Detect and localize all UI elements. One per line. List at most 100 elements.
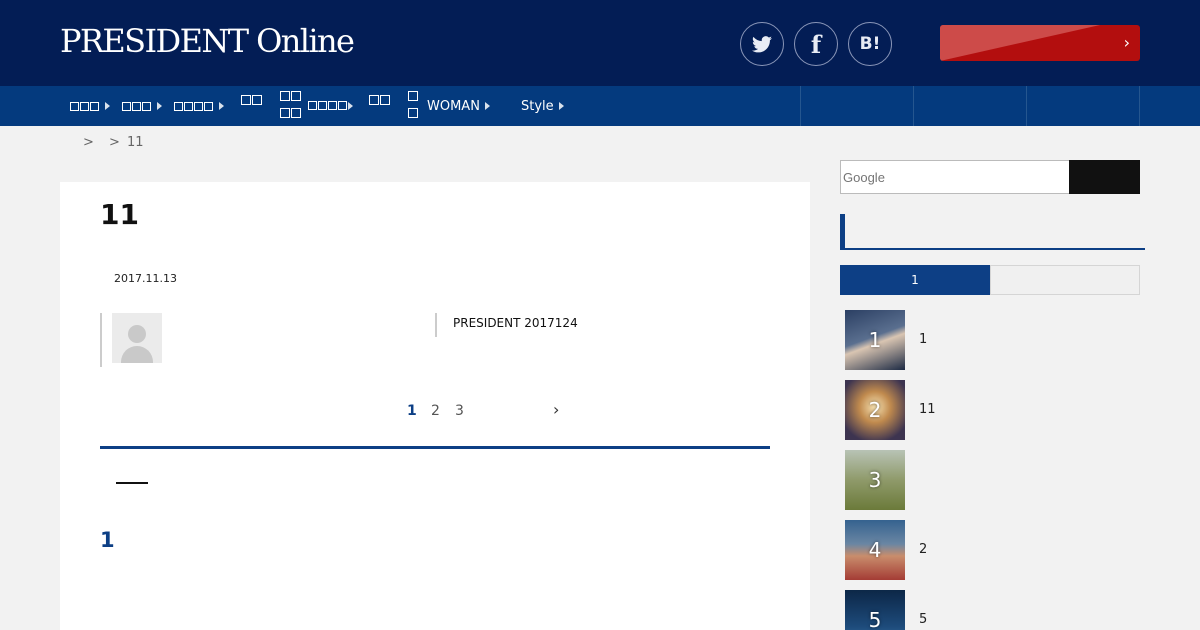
ranking-number: 2 — [868, 398, 882, 422]
caret-right-icon — [484, 102, 490, 110]
ranking-thumbnail: 4 — [845, 520, 905, 580]
nav-stacked-label — [280, 90, 302, 122]
nav-item-4[interactable] — [241, 86, 263, 126]
nav-item-woman[interactable]: WOMAN — [408, 86, 490, 126]
nav-label-style: Style — [521, 98, 554, 114]
nav-item-style[interactable]: Style — [521, 86, 564, 126]
avatar-placeholder-body — [121, 346, 153, 363]
missing-glyph — [204, 101, 213, 111]
article-title: 11 — [100, 198, 139, 231]
ranking-title: 2 — [919, 542, 928, 557]
missing-glyph — [291, 108, 301, 118]
nav-item-3[interactable] — [174, 86, 224, 126]
ranking-item[interactable]: 4 2 — [845, 520, 1140, 580]
ranking-thumbnail: 2 — [845, 380, 905, 440]
source-divider — [435, 313, 437, 337]
avatar-placeholder-icon — [128, 325, 146, 343]
author-avatar[interactable] — [112, 313, 162, 363]
ranking-tab-inactive[interactable] — [990, 265, 1140, 295]
nav-item-2[interactable] — [122, 86, 162, 126]
hatena-icon: B! — [859, 34, 881, 54]
caret-right-icon — [558, 102, 564, 110]
breadcrumb-separator: > — [83, 135, 94, 150]
pagination-page-1[interactable]: 1 — [407, 403, 417, 419]
missing-glyph — [174, 101, 183, 111]
nav-divider — [913, 86, 914, 126]
missing-glyph — [408, 108, 418, 118]
hatena-bookmark-button[interactable]: B! — [848, 22, 892, 66]
ranking-item[interactable]: 1 1 — [845, 310, 1140, 370]
ranking-item[interactable]: 5 5 — [845, 590, 1140, 630]
section-number: 1 — [100, 528, 115, 552]
ranking-tab-active[interactable]: 1 — [840, 265, 990, 295]
nav-divider — [1139, 86, 1140, 126]
missing-glyph — [122, 101, 131, 111]
ranking-title: 11 — [919, 402, 936, 417]
twitter-icon — [752, 35, 772, 52]
nav-stacked-label — [408, 90, 419, 122]
missing-glyph — [70, 101, 79, 111]
search-input[interactable] — [840, 160, 1070, 194]
missing-glyph — [194, 101, 203, 111]
global-nav: WOMAN Style — [0, 86, 1200, 126]
missing-glyph — [408, 91, 418, 101]
nav-divider — [800, 86, 801, 126]
missing-glyph — [280, 108, 290, 118]
ranking-number: 5 — [868, 608, 882, 630]
facebook-share-button[interactable]: f — [794, 22, 838, 66]
missing-glyph — [252, 95, 262, 105]
nav-divider — [1026, 86, 1027, 126]
pagination-page-3[interactable]: 3 — [455, 403, 464, 419]
nav-item-6[interactable] — [369, 86, 391, 126]
missing-glyph — [291, 91, 301, 101]
missing-glyph — [308, 100, 317, 110]
caret-right-icon — [157, 102, 162, 110]
cta-decoration — [940, 25, 1100, 61]
article-source: PRESIDENT 2017124 — [453, 316, 578, 330]
site-logo[interactable]: PRESIDENT Online — [60, 22, 355, 60]
missing-glyph — [132, 101, 141, 111]
ranking-number: 3 — [868, 468, 882, 492]
missing-glyph — [80, 101, 89, 111]
missing-glyph — [338, 100, 347, 110]
ranking-item[interactable]: 3 — [845, 450, 1140, 510]
ranking-number: 1 — [868, 328, 882, 352]
section-dash — [116, 482, 148, 484]
facebook-icon: f — [810, 29, 822, 59]
missing-glyph — [380, 95, 390, 105]
missing-glyph — [184, 101, 193, 111]
ranking-item[interactable]: 2 11 — [845, 380, 1140, 440]
pagination-next-icon[interactable]: › — [553, 400, 559, 419]
ranking-thumbnail: 1 — [845, 310, 905, 370]
caret-right-icon — [219, 102, 224, 110]
nav-item-1[interactable] — [70, 86, 110, 126]
missing-glyph — [318, 100, 327, 110]
missing-glyph — [90, 101, 99, 111]
section-rule — [100, 446, 770, 449]
missing-glyph — [369, 95, 379, 105]
ranking-thumbnail: 5 — [845, 590, 905, 630]
article-date: 2017.11.13 — [114, 272, 177, 285]
search-button[interactable] — [1069, 160, 1140, 194]
author-divider — [100, 313, 102, 367]
twitter-share-button[interactable] — [740, 22, 784, 66]
breadcrumb-separator: > — [109, 135, 120, 150]
breadcrumb-current: 11 — [127, 135, 144, 150]
missing-glyph — [241, 95, 251, 105]
caret-right-icon — [348, 102, 353, 110]
site-header: PRESIDENT Online f B! › — [0, 0, 1200, 86]
ranking-thumbnail: 3 — [845, 450, 905, 510]
pagination-page-2[interactable]: 2 — [431, 403, 440, 419]
ranking-title: 5 — [919, 612, 928, 627]
ranking-heading — [840, 214, 1145, 250]
missing-glyph — [280, 91, 290, 101]
missing-glyph — [142, 101, 151, 111]
nav-item-5[interactable] — [280, 86, 353, 126]
caret-right-icon — [105, 102, 110, 110]
nav-label-woman: WOMAN — [427, 98, 480, 114]
missing-glyph — [328, 100, 337, 110]
ranking-number: 4 — [868, 538, 882, 562]
ranking-title: 1 — [919, 332, 928, 347]
header-cta-button[interactable]: › — [940, 25, 1140, 61]
chevron-right-icon: › — [1123, 33, 1130, 52]
